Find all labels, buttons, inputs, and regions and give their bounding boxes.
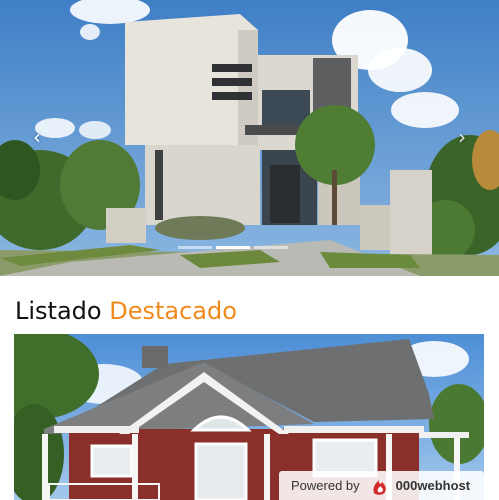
section-title-accent: Destacado	[109, 297, 237, 325]
section-title: Listado Destacado	[15, 296, 237, 326]
carousel-indicator-3[interactable]	[254, 246, 288, 249]
carousel-indicator-2[interactable]	[216, 246, 250, 249]
carousel-indicator-1[interactable]	[178, 246, 212, 249]
000webhost-flame-logo-icon	[373, 479, 386, 495]
carousel-indicators	[178, 246, 288, 249]
brand-label: 000webhost	[395, 478, 471, 493]
carousel-prev-button[interactable]: ‹	[29, 126, 45, 148]
powered-by-badge[interactable]: Powered by 000webhost	[279, 471, 484, 500]
powered-by-label: Powered by	[291, 478, 360, 493]
hero-carousel[interactable]: ‹ ›	[0, 0, 499, 276]
section-title-main: Listado	[15, 297, 102, 325]
hero-house-image	[0, 0, 499, 276]
carousel-next-button[interactable]: ›	[454, 126, 470, 148]
